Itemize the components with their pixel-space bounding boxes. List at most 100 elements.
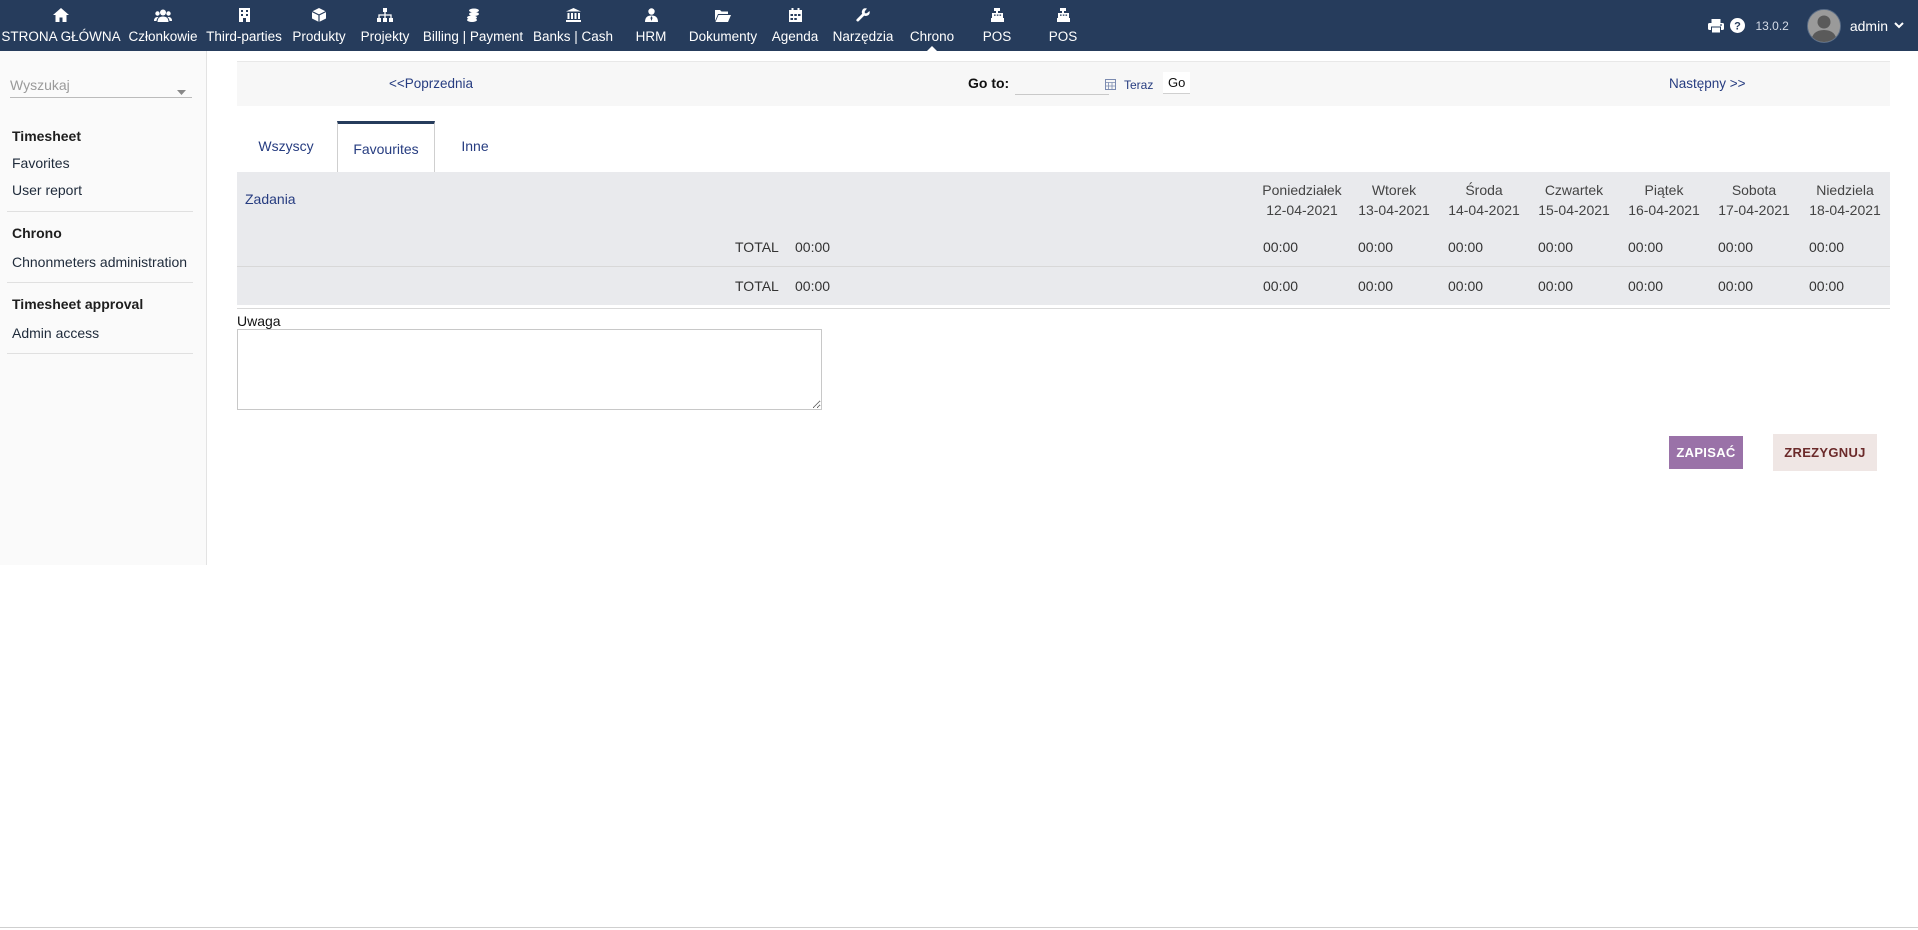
row-total-value: 00:00: [795, 278, 831, 294]
now-link[interactable]: Teraz: [1124, 78, 1153, 92]
day-cell: 00:00: [1358, 239, 1394, 255]
day-header: Piątek 16-04-2021: [1628, 182, 1700, 218]
nav-item-hrm[interactable]: HRM: [620, 0, 682, 51]
search-placeholder: Wyszukaj: [10, 77, 70, 93]
sidebar-section-chrono: Chrono: [12, 225, 62, 241]
previous-week-link[interactable]: <<Poprzednia: [389, 76, 473, 91]
day-cell: 00:00: [1718, 239, 1754, 255]
timesheet-table: Zadania Poniedziałek 12-04-2021 Wtorek 1…: [237, 172, 1890, 305]
sidebar-section-timesheet: Timesheet: [12, 128, 81, 144]
day-header: Wtorek 13-04-2021: [1358, 182, 1430, 218]
sidebar-item-user-report[interactable]: User report: [12, 182, 82, 198]
save-button[interactable]: ZAPISAĆ: [1669, 436, 1743, 469]
table-header: Zadania Poniedziałek 12-04-2021 Wtorek 1…: [237, 172, 1890, 228]
nav-item-products[interactable]: Produkty: [288, 0, 350, 51]
nav-item-label: Narzędzia: [832, 29, 894, 44]
nav-item-pos-1[interactable]: POS: [968, 0, 1026, 51]
day-header: Poniedziałek 12-04-2021: [1262, 182, 1342, 218]
bank-icon: [565, 7, 581, 23]
tasks-column-header[interactable]: Zadania: [245, 191, 296, 207]
nav-item-billing[interactable]: Billing | Payment: [420, 0, 526, 51]
avatar[interactable]: [1806, 8, 1841, 43]
help-icon[interactable]: ?: [1730, 18, 1746, 33]
sidebar-divider: [7, 211, 193, 212]
day-cell: 00:00: [1538, 278, 1574, 294]
nav-item-chrono[interactable]: Chrono: [900, 0, 964, 51]
day-cell: 00:00: [1538, 239, 1574, 255]
nav-item-label: Third-parties: [206, 29, 282, 44]
nav-item-home[interactable]: STRONA GŁÓWNA: [0, 0, 122, 51]
day-cell: 00:00: [1263, 278, 1299, 294]
sitemap-icon: [377, 7, 393, 23]
day-header: Sobota 17-04-2021: [1718, 182, 1790, 218]
page-bottom-border: [0, 927, 1918, 928]
caret-down-icon: [177, 82, 186, 98]
date-navigation-bar: <<Poprzednia Go to: Teraz Go Następny >>: [237, 61, 1890, 106]
cash-register-icon: [990, 7, 1004, 23]
home-icon: [53, 7, 69, 23]
day-cell: 00:00: [1448, 239, 1484, 255]
nav-item-pos-2[interactable]: POS: [1034, 0, 1092, 51]
goto-label: Go to:: [968, 75, 1010, 91]
goto-date-input[interactable]: [1015, 72, 1109, 95]
day-cell: 00:00: [1809, 278, 1845, 294]
note-textarea[interactable]: [237, 329, 822, 410]
nav-item-third-parties[interactable]: Third-parties: [204, 0, 284, 51]
next-week-link[interactable]: Następny >>: [1669, 76, 1746, 91]
note-label: Uwaga: [237, 313, 281, 329]
nav-item-projects[interactable]: Projekty: [354, 0, 416, 51]
tab-favourites[interactable]: Favourites: [337, 121, 435, 173]
tab-bar: Wszyscy Favourites Inne: [237, 121, 1890, 173]
day-cell: 00:00: [1628, 239, 1664, 255]
sidebar-item-favorites[interactable]: Favorites: [12, 155, 70, 171]
nav-item-label: Chrono: [909, 29, 955, 44]
day-cell: 00:00: [1263, 239, 1299, 255]
search-select[interactable]: Wyszukaj: [10, 77, 192, 98]
calendar-icon: [788, 7, 802, 23]
print-icon[interactable]: [1708, 18, 1725, 33]
folder-open-icon: [715, 7, 731, 23]
tab-all[interactable]: Wszyscy: [237, 121, 335, 171]
divider: [237, 308, 1890, 309]
sidebar-divider: [7, 282, 193, 283]
day-header: Niedziela 18-04-2021: [1809, 182, 1881, 218]
cube-icon: [312, 7, 326, 23]
users-icon: [154, 7, 172, 23]
day-cell: 00:00: [1809, 239, 1845, 255]
tab-other[interactable]: Inne: [437, 121, 513, 171]
go-button[interactable]: Go: [1163, 72, 1191, 94]
calendar-picker-icon[interactable]: [1105, 78, 1116, 93]
cancel-button[interactable]: ZREZYGNUJ: [1773, 434, 1877, 471]
day-cell: 00:00: [1448, 278, 1484, 294]
row-total-label: TOTAL: [735, 278, 779, 294]
user-name[interactable]: admin: [1850, 18, 1888, 34]
sidebar-divider: [7, 353, 193, 354]
sidebar: Wyszukaj Timesheet Favorites User report…: [0, 51, 207, 565]
nav-item-banks[interactable]: Banks | Cash: [530, 0, 616, 51]
sidebar-item-admin-access[interactable]: Admin access: [12, 325, 99, 341]
nav-item-label: HRM: [635, 29, 667, 44]
nav-item-agenda[interactable]: Agenda: [764, 0, 826, 51]
nav-item-tools[interactable]: Narzędzia: [830, 0, 896, 51]
cash-register-icon: [1056, 7, 1070, 23]
nav-item-label: Członkowie: [128, 29, 198, 44]
chevron-down-icon[interactable]: [1894, 22, 1904, 29]
sidebar-item-chronometers-admin[interactable]: Chnonmeters administration: [12, 254, 187, 270]
nav-item-label: Billing | Payment: [422, 29, 524, 44]
table-row: TOTAL 00:00 00:00 00:00 00:00 00:00 00:0…: [237, 266, 1890, 305]
sidebar-section-timesheet-approval: Timesheet approval: [12, 296, 144, 312]
nav-item-members[interactable]: Członkowie: [126, 0, 200, 51]
nav-item-label: Projekty: [360, 29, 410, 44]
day-cell: 00:00: [1718, 278, 1754, 294]
table-row: TOTAL 00:00 00:00 00:00 00:00 00:00 00:0…: [237, 228, 1890, 266]
nav-item-documents[interactable]: Dokumenty: [686, 0, 760, 51]
nav-item-label: STRONA GŁÓWNA: [1, 29, 121, 44]
row-total-label: TOTAL: [735, 239, 779, 255]
nav-item-label: Produkty: [292, 29, 346, 44]
building-icon: [238, 7, 250, 23]
user-tie-icon: [644, 7, 658, 23]
user-area: ? 13.0.2 admin: [1708, 0, 1918, 51]
wrench-icon: [856, 7, 870, 23]
top-navigation-bar: STRONA GŁÓWNA Członkowie Third-parties P…: [0, 0, 1918, 51]
nav-item-label: POS: [1048, 29, 1078, 44]
